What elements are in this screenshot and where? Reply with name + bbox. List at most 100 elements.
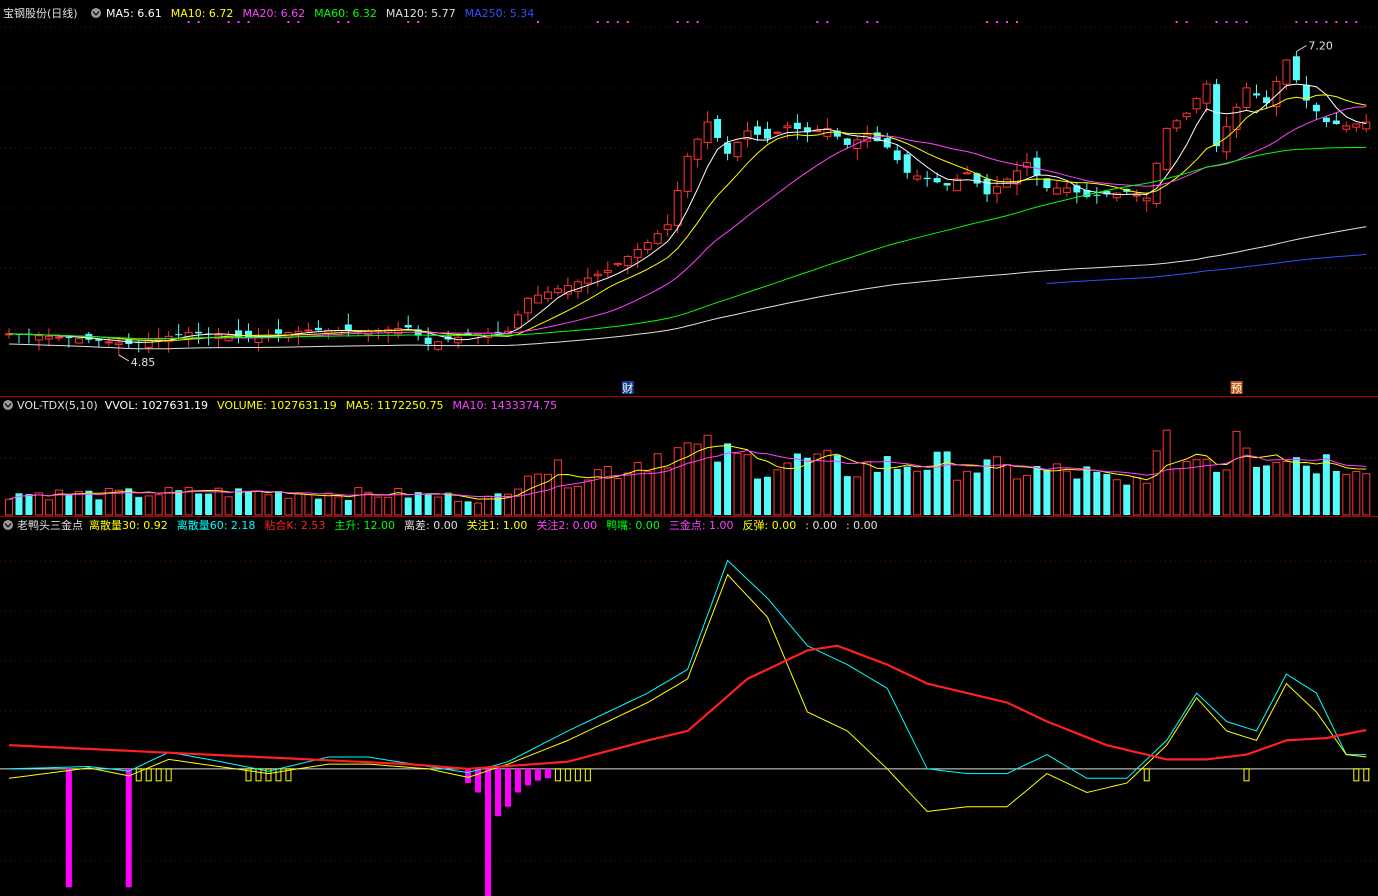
volume-bar-down[interactable] — [175, 490, 183, 515]
volume-bar-up[interactable] — [304, 494, 313, 516]
volume-bar-up[interactable] — [1052, 463, 1061, 516]
candlestick[interactable] — [653, 229, 662, 246]
volume-bar-up[interactable] — [294, 493, 303, 516]
volume-bar-down[interactable] — [404, 497, 412, 515]
volume-bar-up[interactable] — [653, 453, 662, 516]
candlestick[interactable] — [953, 173, 962, 192]
candlestick[interactable] — [1172, 119, 1181, 132]
settings-icon[interactable] — [3, 400, 13, 410]
settings-icon[interactable] — [91, 8, 101, 18]
candlestick[interactable] — [1093, 187, 1101, 204]
candlestick[interactable] — [274, 319, 282, 343]
golden-point-bar[interactable] — [534, 768, 541, 781]
candlestick[interactable] — [563, 277, 572, 300]
candlestick[interactable] — [245, 323, 253, 343]
volume-bar-down[interactable] — [1033, 465, 1041, 515]
candlestick[interactable] — [714, 115, 722, 142]
golden-point-bar[interactable] — [65, 768, 72, 888]
candlestick[interactable] — [1182, 111, 1191, 121]
volume-bar-down[interactable] — [893, 468, 901, 515]
candlestick[interactable] — [903, 151, 911, 179]
volume-bar-up[interactable] — [673, 447, 682, 516]
volume-bar-up[interactable] — [563, 487, 572, 516]
candlestick[interactable] — [603, 261, 612, 278]
volume-bar-up[interactable] — [613, 477, 622, 516]
candlestick[interactable] — [1272, 76, 1281, 117]
candlestick[interactable] — [853, 135, 862, 160]
volume-bar-up[interactable] — [733, 452, 742, 516]
candlestick[interactable] — [893, 144, 901, 164]
candlestick[interactable] — [1162, 127, 1171, 172]
candlestick[interactable] — [384, 325, 393, 343]
candlestick[interactable] — [1142, 192, 1151, 212]
volume-bar-up[interactable] — [683, 442, 692, 516]
volume-bar-down[interactable] — [1043, 469, 1051, 515]
candlestick[interactable] — [175, 324, 183, 340]
volume-bar-down[interactable] — [714, 461, 722, 515]
candlestick[interactable] — [404, 315, 412, 330]
volume-bar-up[interactable] — [474, 502, 483, 516]
volume-bar-up[interactable] — [1222, 469, 1231, 516]
volume-bar-up[interactable] — [434, 496, 443, 516]
candlestick[interactable] — [543, 285, 552, 302]
volume-bar-down[interactable] — [424, 493, 432, 515]
volume-bar-up[interactable] — [603, 465, 612, 516]
candlestick[interactable] — [1062, 180, 1071, 197]
candlestick[interactable] — [264, 329, 273, 343]
volume-bar-up[interactable] — [953, 479, 962, 516]
volume-bar-up[interactable] — [284, 497, 293, 516]
volume-bar-down[interactable] — [763, 476, 771, 515]
volume-bar-up[interactable] — [863, 461, 872, 516]
volume-bar-up[interactable] — [1272, 462, 1281, 516]
volume-bar-down[interactable] — [444, 492, 452, 515]
candlestick[interactable] — [1342, 121, 1351, 133]
candlestick[interactable] — [533, 285, 542, 304]
volume-bar-up[interactable] — [334, 496, 343, 516]
golden-point-bar[interactable] — [524, 768, 531, 786]
candlestick[interactable] — [623, 254, 632, 274]
volume-bar-up[interactable] — [523, 475, 532, 516]
volume-bar-up[interactable] — [224, 496, 233, 516]
volume-bar-down[interactable] — [274, 491, 282, 515]
candlestick[interactable] — [1202, 80, 1211, 113]
candlestick[interactable] — [943, 183, 951, 192]
volume-bar-up[interactable] — [913, 470, 922, 516]
volume-bar-up[interactable] — [1362, 473, 1371, 516]
volume-bar-down[interactable] — [414, 492, 422, 515]
volume-bar-down[interactable] — [833, 455, 841, 515]
candlestick[interactable] — [683, 153, 692, 199]
volume-bar-down[interactable] — [793, 453, 801, 515]
volume-bar-up[interactable] — [773, 469, 782, 516]
volume-bar-up[interactable] — [783, 462, 792, 516]
volume-bar-down[interactable] — [923, 469, 931, 515]
candlestick[interactable] — [414, 325, 422, 341]
candlestick[interactable] — [754, 120, 761, 141]
volume-bar-up[interactable] — [1062, 470, 1071, 516]
candlestick[interactable] — [125, 333, 133, 349]
candlestick[interactable] — [74, 337, 83, 344]
volume-bar-up[interactable] — [743, 454, 752, 516]
candlestick[interactable] — [773, 131, 782, 135]
candlestick[interactable] — [1292, 51, 1300, 83]
volume-bar-up[interactable] — [1152, 450, 1161, 516]
event-marker[interactable]: 预 — [1230, 381, 1243, 395]
volume-bar-down[interactable] — [873, 471, 881, 515]
candlestick[interactable] — [733, 140, 742, 162]
candlestick[interactable] — [583, 267, 592, 294]
volume-bar-up[interactable] — [1202, 458, 1211, 516]
volume-bar-down[interactable] — [1093, 471, 1101, 515]
volume-bar-down[interactable] — [933, 451, 941, 515]
volume-bar-down[interactable] — [754, 478, 761, 515]
candlestick[interactable] — [724, 136, 732, 161]
candlestick[interactable] — [25, 328, 33, 344]
event-marker[interactable]: 财 — [621, 381, 634, 395]
volume-bar-up[interactable] — [1132, 476, 1141, 516]
candlestick[interactable] — [673, 181, 682, 234]
volume-bar-up[interactable] — [663, 467, 672, 516]
settings-icon[interactable] — [3, 520, 13, 530]
volume-bar-down[interactable] — [314, 498, 322, 515]
candlestick[interactable] — [1022, 152, 1031, 176]
volume-bar-up[interactable] — [364, 491, 373, 516]
volume-bar-up[interactable] — [1112, 479, 1121, 516]
candlestick[interactable] — [95, 338, 103, 348]
